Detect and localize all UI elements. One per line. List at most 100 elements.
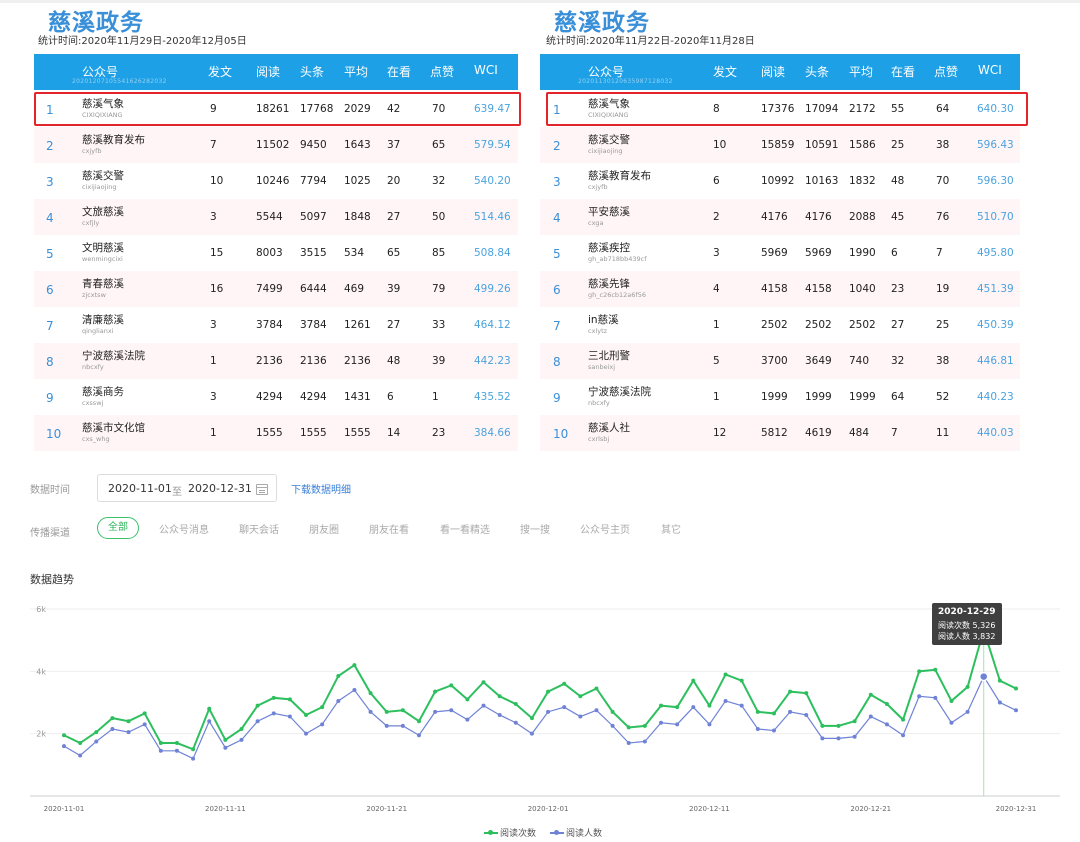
data-point[interactable]	[707, 703, 712, 708]
data-point[interactable]	[449, 708, 454, 713]
channel-search-tab[interactable]: 搜一搜	[520, 521, 550, 536]
data-point[interactable]	[965, 684, 970, 689]
data-point[interactable]	[562, 681, 567, 686]
data-point[interactable]	[433, 709, 438, 714]
legend-reads-label[interactable]: 阅读次数	[500, 826, 536, 839]
data-point[interactable]	[739, 678, 744, 683]
data-point[interactable]	[997, 678, 1002, 683]
data-point[interactable]	[771, 728, 776, 733]
data-point[interactable]	[642, 739, 647, 744]
data-point[interactable]	[578, 714, 583, 719]
data-point[interactable]	[675, 722, 680, 727]
data-point[interactable]	[949, 698, 954, 703]
data-point[interactable]	[255, 703, 260, 708]
data-point[interactable]	[352, 663, 357, 668]
data-point[interactable]	[884, 702, 889, 707]
data-point[interactable]	[142, 722, 147, 727]
data-point[interactable]	[320, 722, 325, 727]
data-point[interactable]	[626, 725, 631, 730]
data-point[interactable]	[820, 723, 825, 728]
table-row[interactable]: 7 清廉慈溪 qinglianxi 3 3784 3784 1261 27 33 464.12	[34, 307, 518, 343]
data-point[interactable]	[755, 726, 760, 731]
data-point[interactable]	[513, 720, 518, 725]
trend-line-chart[interactable]: 2k 4k 6k 2020-11-01 2020-11-11 2020-11-21 2020…	[0, 590, 1080, 842]
channel-top-stories-tab[interactable]: 看一看精选	[440, 521, 490, 536]
data-point[interactable]	[578, 694, 583, 699]
table-row[interactable]: 3 慈溪教育发布 cxjyfb 6 10992 10163 1832 48 70 596.30	[540, 163, 1020, 199]
data-point[interactable]	[707, 722, 712, 727]
date-range-picker[interactable]: 2020-11-01 至 2020-12-31	[97, 474, 277, 502]
data-point[interactable]	[239, 726, 244, 731]
channel-other-tab[interactable]: 其它	[661, 521, 681, 536]
data-point[interactable]	[901, 733, 906, 738]
data-point[interactable]	[433, 689, 438, 694]
data-point[interactable]	[207, 719, 212, 724]
data-point[interactable]	[271, 711, 276, 716]
channel-moments-tab[interactable]: 朋友圈	[309, 521, 339, 536]
data-point[interactable]	[978, 671, 989, 682]
date-end-input[interactable]: 2020-12-31	[188, 482, 252, 495]
data-point[interactable]	[449, 683, 454, 688]
table-row[interactable]: 6 慈溪先锋 gh_c26cb12a6f56 4 4158 4158 1040 23 19 451…	[540, 271, 1020, 307]
data-point[interactable]	[562, 705, 567, 710]
data-point[interactable]	[174, 748, 179, 753]
data-point[interactable]	[174, 741, 179, 746]
data-point[interactable]	[691, 705, 696, 710]
data-point[interactable]	[1014, 708, 1018, 713]
data-point[interactable]	[836, 723, 841, 728]
data-point[interactable]	[320, 705, 325, 710]
data-point[interactable]	[642, 723, 647, 728]
data-point[interactable]	[255, 719, 260, 724]
data-point[interactable]	[546, 709, 551, 714]
data-point[interactable]	[788, 689, 793, 694]
data-point[interactable]	[804, 712, 809, 717]
data-point[interactable]	[868, 692, 873, 697]
data-point[interactable]	[626, 741, 631, 746]
data-point[interactable]	[949, 720, 954, 725]
data-point[interactable]	[223, 745, 228, 750]
data-point[interactable]	[271, 695, 276, 700]
data-point[interactable]	[771, 711, 776, 716]
data-point[interactable]	[207, 706, 212, 711]
data-point[interactable]	[739, 703, 744, 708]
download-details-link[interactable]: 下载数据明细	[291, 481, 351, 496]
data-point[interactable]	[868, 714, 873, 719]
data-point[interactable]	[110, 716, 115, 721]
data-point[interactable]	[400, 723, 405, 728]
data-point[interactable]	[304, 712, 309, 717]
data-point[interactable]	[368, 709, 373, 714]
data-point[interactable]	[62, 744, 66, 749]
data-point[interactable]	[852, 734, 857, 739]
data-point[interactable]	[933, 667, 938, 672]
table-row[interactable]: 5 慈溪疾控 gh_ab718bb439cf 3 5969 5969 1990 6 7 495.8…	[540, 235, 1020, 271]
data-point[interactable]	[481, 680, 486, 685]
table-row[interactable]: 2 慈溪交警 cixijiaojing 10 15859 10591 1586 25 38 596…	[540, 127, 1020, 163]
data-point[interactable]	[384, 709, 389, 714]
data-point[interactable]	[110, 726, 115, 731]
data-point[interactable]	[820, 736, 825, 741]
data-point[interactable]	[368, 691, 373, 696]
data-point[interactable]	[336, 698, 341, 703]
table-row[interactable]: 3 慈溪交警 cixijiaojing 10 10246 7794 1025 20 32 540.…	[34, 163, 518, 199]
data-point[interactable]	[804, 691, 809, 696]
data-point[interactable]	[416, 719, 421, 724]
data-point[interactable]	[723, 672, 728, 677]
data-point[interactable]	[529, 731, 534, 736]
data-point[interactable]	[94, 739, 99, 744]
data-point[interactable]	[416, 733, 421, 738]
legend-readers-label[interactable]: 阅读人数	[566, 826, 602, 839]
data-point[interactable]	[239, 737, 244, 742]
data-point[interactable]	[481, 703, 486, 708]
table-row[interactable]: 5 文明慈溪 wenmingcixi 15 8003 3515 534 65 85 508.84	[34, 235, 518, 271]
data-point[interactable]	[659, 703, 664, 708]
data-point[interactable]	[304, 731, 309, 736]
table-row[interactable]: 10 慈溪人社 cxrlsbj 12 5812 4619 484 7 11 440.03	[540, 415, 1020, 451]
data-point[interactable]	[223, 737, 228, 742]
table-row[interactable]: 9 慈溪商务 cxsswj 3 4294 4294 1431 6 1 435.52	[34, 379, 518, 415]
data-point[interactable]	[917, 694, 922, 699]
table-row[interactable]: 4 平安慈溪 cxga 2 4176 4176 2088 45 76 510.70	[540, 199, 1020, 235]
data-point[interactable]	[546, 689, 551, 694]
data-point[interactable]	[191, 756, 196, 761]
data-point[interactable]	[788, 709, 793, 714]
data-point[interactable]	[158, 741, 163, 746]
